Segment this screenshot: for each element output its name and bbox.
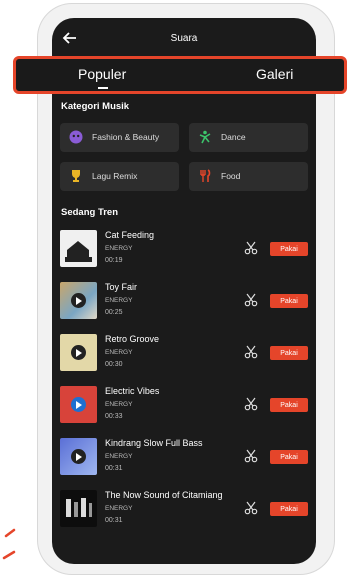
app-screen: Suara Kategori Musik Fashion & Beauty Da…: [52, 18, 316, 564]
track-row[interactable]: Electric Vibes ENERGY 00:33 Pakai: [60, 386, 308, 426]
track-duration: 00:30: [105, 361, 123, 368]
use-button[interactable]: Pakai: [270, 294, 308, 308]
tab-bar: Populer Galeri: [13, 56, 347, 94]
track-title: The Now Sound of Citamiang: [105, 490, 223, 500]
scissors-icon[interactable]: [244, 345, 258, 359]
track-artist: ENERGY: [105, 297, 133, 304]
scissors-icon[interactable]: [244, 241, 258, 255]
top-bar: Suara: [52, 18, 316, 58]
purple-emoji-icon: [69, 130, 83, 144]
use-button[interactable]: Pakai: [270, 502, 308, 516]
cover-image: [60, 282, 97, 319]
trophy-icon: [72, 170, 80, 182]
fork-knife-icon: [200, 169, 211, 182]
scissors-icon[interactable]: [244, 501, 258, 515]
track-duration: 00:19: [105, 257, 123, 264]
track-title: Toy Fair: [105, 282, 138, 292]
decoration-marks: [2, 528, 16, 560]
track-artist: ENERGY: [105, 505, 133, 512]
track-title: Cat Feeding: [105, 230, 155, 240]
category-label: Lagu Remix: [92, 171, 138, 181]
cover-image: [60, 386, 97, 423]
category-lagu-remix[interactable]: Lagu Remix: [60, 162, 179, 191]
category-food[interactable]: Food: [189, 162, 308, 191]
trending-heading: Sedang Tren: [61, 207, 119, 218]
scissors-icon[interactable]: [244, 449, 258, 463]
category-heading: Kategori Musik: [61, 101, 130, 112]
track-title: Retro Groove: [105, 334, 160, 344]
cover-image: [60, 490, 97, 527]
track-artist: ENERGY: [105, 245, 133, 252]
scissors-icon[interactable]: [244, 293, 258, 307]
use-button[interactable]: Pakai: [270, 346, 308, 360]
use-button[interactable]: Pakai: [270, 450, 308, 464]
active-tab-indicator: [98, 87, 108, 89]
track-artist: ENERGY: [105, 453, 133, 460]
track-duration: 00:33: [105, 413, 123, 420]
track-row[interactable]: The Now Sound of Citamiang ENERGY 00:31 …: [60, 490, 308, 530]
page-title: Suara: [170, 33, 198, 44]
track-duration: 00:31: [105, 465, 123, 472]
track-row[interactable]: Kindrang Slow Full Bass ENERGY 00:31 Pak…: [60, 438, 308, 478]
use-button[interactable]: Pakai: [270, 242, 308, 256]
track-row[interactable]: Toy Fair ENERGY 00:25 Pakai: [60, 282, 308, 322]
track-artist: ENERGY: [105, 349, 133, 356]
use-button[interactable]: Pakai: [270, 398, 308, 412]
category-label: Food: [221, 171, 241, 181]
category-label: Fashion & Beauty: [92, 132, 160, 142]
track-artist: ENERGY: [105, 401, 133, 408]
dancer-icon: [199, 130, 211, 144]
track-row[interactable]: Cat Feeding ENERGY 00:19 Pakai: [60, 230, 308, 270]
category-fashion-beauty[interactable]: Fashion & Beauty: [60, 123, 179, 152]
play-icon[interactable]: [71, 345, 86, 360]
track-row[interactable]: Retro Groove ENERGY 00:30 Pakai: [60, 334, 308, 374]
cover-image: [60, 334, 97, 371]
cover-image: [60, 230, 97, 267]
track-duration: 00:31: [105, 517, 123, 524]
play-icon[interactable]: [71, 397, 86, 412]
category-label: Dance: [221, 132, 246, 142]
scissors-icon[interactable]: [244, 397, 258, 411]
category-dance[interactable]: Dance: [189, 123, 308, 152]
track-duration: 00:25: [105, 309, 123, 316]
track-title: Electric Vibes: [105, 386, 160, 396]
cover-image: [60, 438, 97, 475]
play-icon[interactable]: [71, 449, 86, 464]
track-title: Kindrang Slow Full Bass: [105, 438, 203, 448]
tab-populer[interactable]: Populer: [78, 66, 126, 82]
play-icon[interactable]: [71, 293, 86, 308]
tab-galeri[interactable]: Galeri: [256, 66, 293, 82]
